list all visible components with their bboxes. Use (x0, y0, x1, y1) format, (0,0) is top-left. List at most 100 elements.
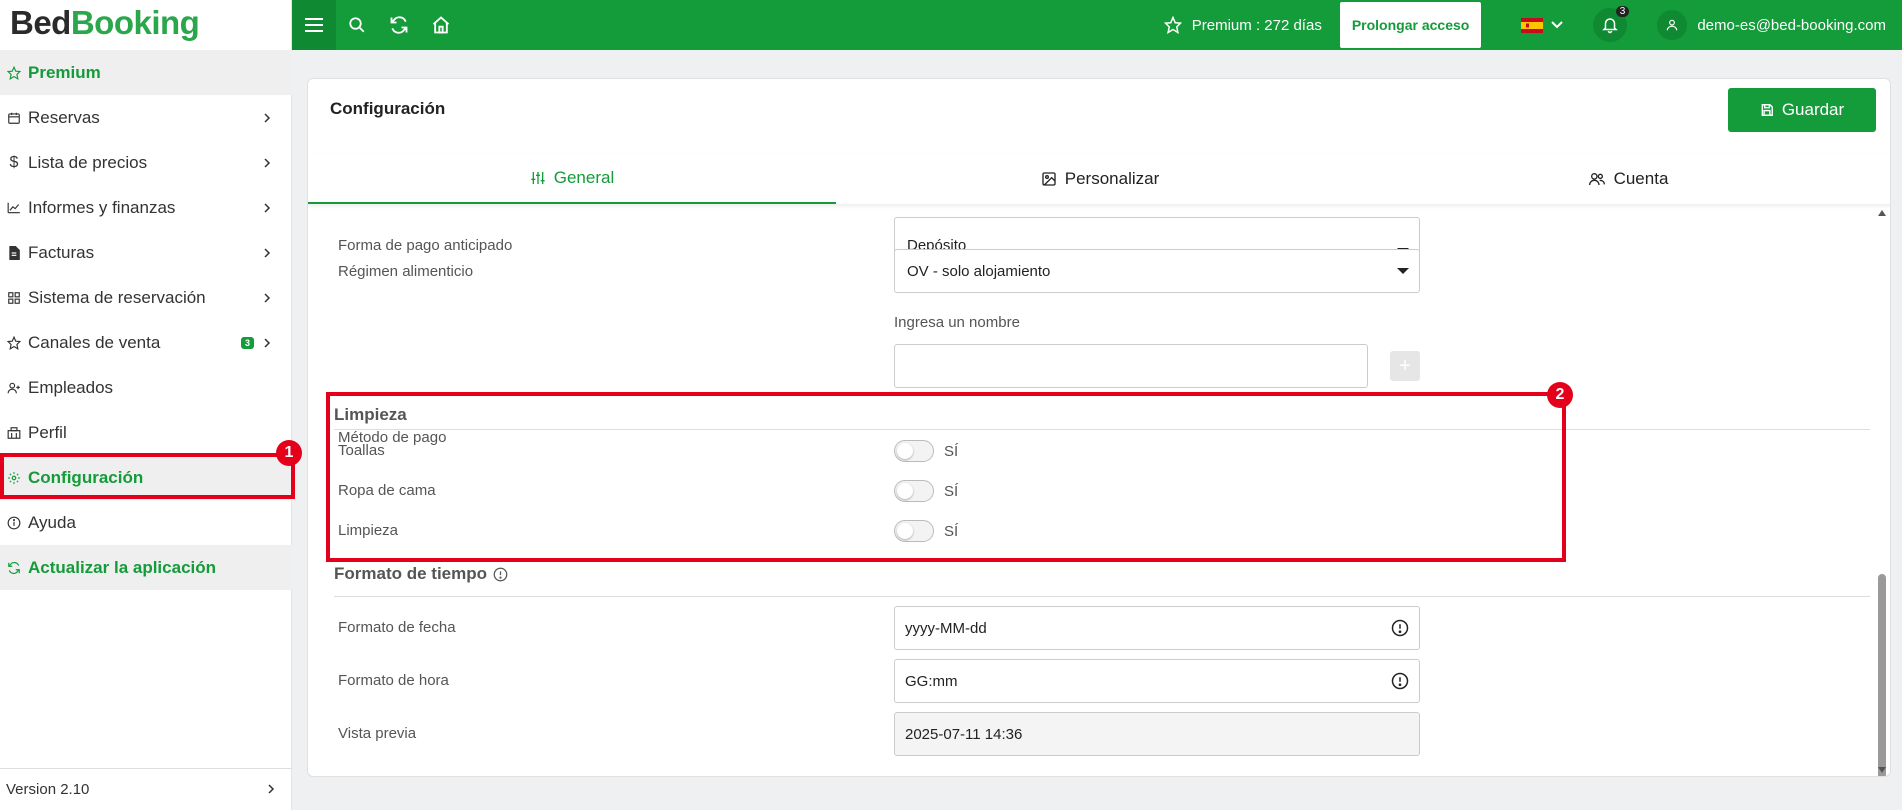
info-icon[interactable] (1391, 672, 1409, 690)
tab-general-label: General (553, 168, 615, 187)
sliders-icon (531, 172, 545, 184)
save-button[interactable]: Guardar (1728, 88, 1876, 132)
star-icon (0, 65, 28, 80)
floppy-icon (1761, 104, 1773, 116)
home-button[interactable] (420, 0, 462, 50)
refresh-icon (390, 16, 408, 34)
chevron-right-icon (258, 202, 276, 213)
tab-personalizar-label: Personalizar (1064, 169, 1160, 188)
premium-days-text: Premium : 272 días (1191, 16, 1322, 34)
chevron-right-icon (266, 781, 276, 798)
version-footer[interactable]: Version 2.10 (0, 768, 292, 810)
tab-personalizar[interactable]: Personalizar (836, 154, 1364, 204)
app-logo[interactable]: BedBooking (0, 0, 291, 50)
payment-method-input[interactable] (894, 344, 1368, 388)
toggle-text: SÍ (944, 442, 959, 460)
topbar-right: Premium : 272 días Prolongar acceso 3 de… (1163, 0, 1902, 50)
time-divider (334, 596, 1870, 597)
channels-badge: 3 (240, 336, 254, 349)
prolong-access-button[interactable]: Prolongar acceso (1339, 2, 1482, 48)
toggle-switch[interactable] (894, 520, 934, 542)
plus-icon: + (1399, 354, 1411, 377)
info-icon[interactable] (493, 567, 508, 582)
hamburger-icon (305, 18, 323, 32)
toggle-text: SÍ (944, 482, 959, 500)
search-button[interactable] (336, 0, 378, 50)
building-icon (0, 426, 28, 440)
chevron-right-icon (258, 157, 276, 168)
date-format-row: Formato de fecha yyyy-MM-dd (338, 606, 1638, 652)
sidebar-item-facturas[interactable]: Facturas (0, 230, 292, 275)
date-format-label: Formato de fecha (338, 619, 456, 636)
sidebar-item-perfil[interactable]: Perfil (0, 410, 292, 455)
toggle-knob (897, 483, 913, 499)
time-format-label: Formato de hora (338, 672, 449, 689)
notifications-count: 3 (1615, 6, 1630, 17)
chart-line-icon (0, 201, 28, 215)
tab-cuenta[interactable]: Cuenta (1364, 154, 1890, 204)
toggle-switch[interactable] (894, 440, 934, 462)
date-format-input[interactable]: yyyy-MM-dd (894, 606, 1420, 650)
cleaning-row-bedding: Ropa de cama SÍ (338, 476, 1638, 506)
scroll-down-icon[interactable] (1877, 766, 1887, 774)
star-icon (1163, 16, 1182, 34)
sidebar-item-empleados[interactable]: Empleados (0, 365, 292, 410)
preview-field: 2025-07-11 14:36 (894, 712, 1420, 756)
settings-card: Configuración Guardar General Personaliz… (307, 78, 1891, 777)
scroll-up-icon[interactable] (1877, 209, 1887, 217)
cleaning-label: Limpieza (338, 522, 399, 539)
sidebar-item-ayuda[interactable]: Ayuda (0, 500, 292, 545)
meal-label: Régimen alimenticio (338, 263, 474, 280)
meal-row: Régimen alimenticio OV - solo alojamient… (338, 249, 1638, 299)
toggle-text: SÍ (944, 522, 959, 540)
sidebar-item-premium[interactable]: Premium (0, 50, 292, 95)
tab-general[interactable]: General (308, 154, 836, 204)
time-format-input[interactable]: GG:mm (894, 659, 1420, 703)
preview-label: Vista previa (338, 725, 417, 742)
sidebar-item-sistema[interactable]: Sistema de reservación (0, 275, 292, 320)
toggle-switch[interactable] (894, 480, 934, 502)
chevron-right-icon (258, 337, 276, 348)
time-section-label: Formato de tiempo (334, 564, 488, 583)
info-icon[interactable] (1391, 619, 1409, 637)
time-section-title: Formato de tiempo (334, 564, 508, 584)
sidebar-item-canales[interactable]: Canales de venta 3 (0, 320, 292, 365)
cleaning-toggle[interactable]: SÍ (894, 520, 958, 542)
info-icon (0, 516, 28, 530)
spain-flag-icon (1521, 17, 1544, 33)
menu-toggle-button[interactable] (292, 0, 336, 50)
annotation-marker-1: 1 (276, 440, 302, 466)
meal-select[interactable]: OV - solo alojamiento (894, 249, 1420, 293)
bell-icon (1602, 18, 1619, 34)
cleaning-divider (334, 429, 1870, 430)
notifications-button[interactable]: 3 (1593, 6, 1630, 42)
tab-cuenta-label: Cuenta (1613, 169, 1669, 188)
sidebar-item-precios[interactable]: $ Lista de precios (0, 140, 292, 185)
search-icon (349, 17, 365, 33)
sidebar: BedBooking Premium Reservas $ Lista de p… (0, 0, 292, 810)
users-icon (1588, 173, 1605, 186)
towels-toggle[interactable]: SÍ (894, 440, 958, 462)
sidebar-item-reservas[interactable]: Reservas (0, 95, 292, 140)
scroll-thumb[interactable] (1878, 574, 1886, 776)
sidebar-item-configuracion[interactable]: Configuración (0, 455, 292, 500)
time-format-value: GG:mm (905, 672, 958, 690)
calendar-icon (0, 111, 28, 125)
page-title: Configuración (330, 99, 446, 118)
language-selector[interactable] (1521, 17, 1564, 33)
caret-down-icon (1397, 268, 1409, 274)
scrollbar[interactable] (1877, 209, 1887, 776)
premium-status[interactable]: Premium : 272 días (1163, 16, 1322, 34)
time-format-row: Formato de hora GG:mm (338, 659, 1638, 705)
tab-bar: General Personalizar Cuenta (308, 154, 1890, 204)
bedding-toggle[interactable]: SÍ (894, 480, 958, 502)
home-icon (432, 16, 450, 34)
sidebar-item-informes[interactable]: Informes y finanzas (0, 185, 292, 230)
user-menu[interactable]: demo-es@bed-booking.com (1657, 10, 1886, 40)
gear-icon (0, 471, 28, 485)
add-payment-method-button[interactable]: + (1390, 351, 1420, 381)
sidebar-item-actualizar[interactable]: Actualizar la aplicación (0, 545, 292, 590)
user-email: demo-es@bed-booking.com (1697, 16, 1886, 34)
refresh-button[interactable] (378, 0, 420, 50)
chevron-right-icon (258, 247, 276, 258)
